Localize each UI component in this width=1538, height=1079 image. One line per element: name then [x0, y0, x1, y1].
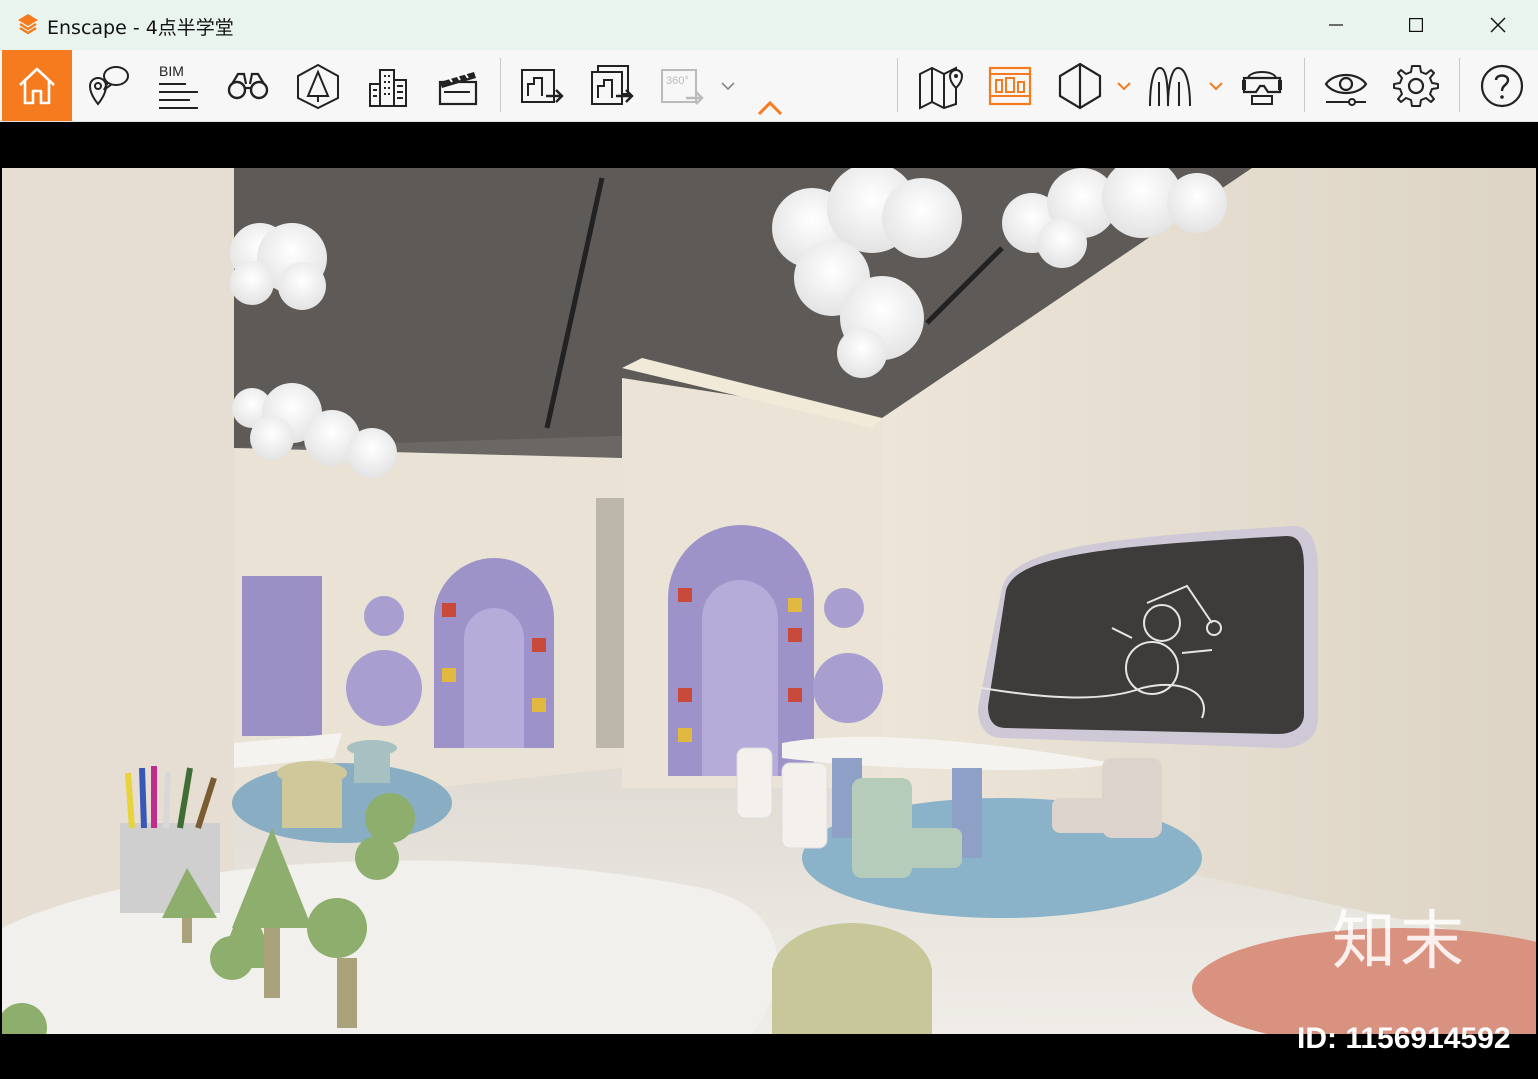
gear-icon: [1393, 64, 1439, 107]
section-dropdown-button[interactable]: [1114, 50, 1134, 121]
help-icon: [1480, 64, 1524, 107]
panorama-button[interactable]: 360°: [654, 50, 710, 121]
watermark-logo: 知末: [1332, 905, 1468, 979]
asset-library-icon: [297, 63, 339, 109]
eye-icon: [1324, 73, 1368, 106]
buildings-button[interactable]: [360, 50, 416, 121]
vr-button[interactable]: [1234, 50, 1290, 121]
buildings-icon: [369, 68, 407, 107]
batch-export-button[interactable]: [584, 50, 640, 121]
enscape-logo-icon: [18, 14, 38, 35]
visual-settings-panel-button[interactable]: [982, 50, 1038, 121]
map-pin-icon: [919, 65, 964, 110]
map-button[interactable]: [912, 50, 968, 121]
views-button[interactable]: [80, 50, 136, 121]
visibility-button[interactable]: [1318, 50, 1374, 121]
vegetation-dropdown-button[interactable]: [1206, 50, 1226, 121]
window-title: Enscape - 4点半学堂: [47, 17, 234, 39]
location-pins-icon: [88, 65, 129, 106]
toolbar-separator: [500, 58, 501, 112]
minimize-button[interactable]: [1296, 0, 1376, 50]
maximize-button[interactable]: [1376, 0, 1456, 50]
bim-button[interactable]: BIM: [150, 50, 206, 121]
settings-button[interactable]: [1388, 50, 1444, 121]
video-editor-button[interactable]: [430, 50, 486, 121]
toolbar-separator: [1304, 58, 1305, 112]
vr-headset-icon: [1242, 70, 1282, 105]
enscape-window: Enscape - 4点半学堂 BIM 360° 知末 ID: 11569145…: [0, 0, 1538, 1079]
section-icon: [1058, 62, 1102, 109]
bim-icon: BIM: [159, 63, 198, 109]
export-image-button[interactable]: [514, 50, 570, 121]
maximize-icon: [1409, 18, 1423, 32]
watermark-id: ID: 1156914592: [1297, 1022, 1511, 1055]
svg-text:BIM: BIM: [159, 63, 184, 79]
panorama-dropdown-button[interactable]: [718, 50, 738, 121]
home-button[interactable]: [2, 50, 72, 121]
panel-icon: [988, 66, 1032, 105]
svg-text:360°: 360°: [666, 75, 689, 87]
explore-button[interactable]: [220, 50, 276, 121]
rendered-scene: [2, 168, 1536, 1034]
chevron-down-icon: [721, 81, 735, 90]
batch-export-icon: [591, 64, 634, 105]
asset-library-button[interactable]: [290, 50, 346, 121]
export-image-icon: [521, 68, 564, 103]
section-button[interactable]: [1052, 50, 1108, 121]
close-button[interactable]: [1458, 0, 1538, 50]
panorama-360-icon: 360°: [661, 68, 704, 105]
title-bar[interactable]: Enscape - 4点半学堂: [0, 0, 1538, 50]
chevron-down-icon: [1117, 81, 1131, 90]
home-icon: [19, 67, 55, 104]
binoculars-icon: [227, 72, 269, 99]
help-button[interactable]: [1474, 50, 1530, 121]
main-toolbar: BIM 360°: [0, 50, 1538, 122]
render-viewport[interactable]: 知末: [2, 168, 1536, 1034]
collapse-toolbar-button[interactable]: [752, 50, 788, 121]
clapperboard-icon: [438, 70, 478, 105]
chevron-up-icon: [757, 100, 783, 116]
vegetation-button[interactable]: [1142, 50, 1198, 121]
close-icon: [1490, 17, 1506, 33]
minimize-icon: [1329, 24, 1343, 26]
chevron-down-icon: [1209, 81, 1223, 90]
vegetation-icon: [1149, 66, 1191, 106]
toolbar-separator: [897, 58, 898, 112]
toolbar-separator: [1459, 58, 1460, 112]
